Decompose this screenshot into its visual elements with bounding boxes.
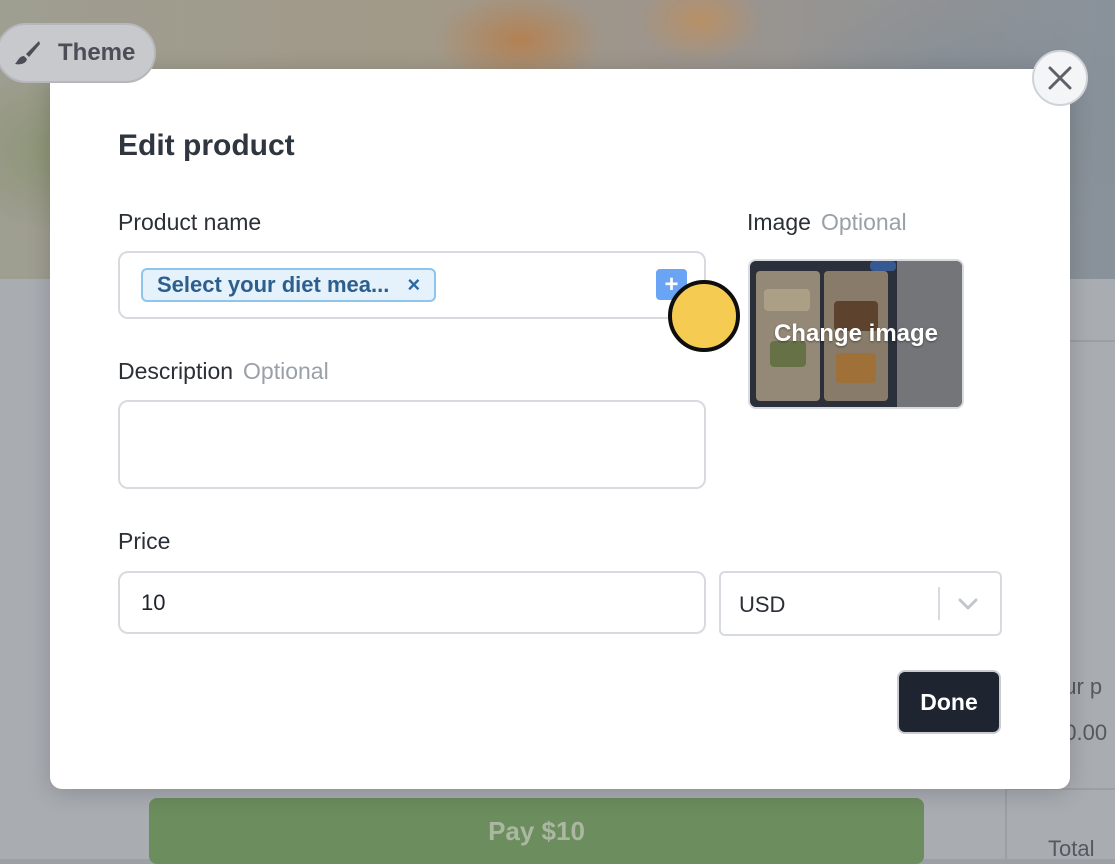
theme-button[interactable]: Theme bbox=[0, 23, 156, 83]
price-label-text: Price bbox=[118, 528, 171, 554]
image-optional-label: Optional bbox=[820, 209, 907, 235]
theme-label: Theme bbox=[58, 39, 136, 66]
modal-title: Edit product bbox=[118, 129, 295, 162]
product-image[interactable]: Change image bbox=[748, 259, 964, 409]
currency-select[interactable]: USD bbox=[719, 571, 1002, 636]
description-optional-label: Optional bbox=[243, 358, 329, 384]
description-field[interactable] bbox=[118, 400, 706, 489]
brush-icon bbox=[15, 41, 40, 65]
currency-separator bbox=[938, 587, 940, 620]
change-image-label: Change image bbox=[773, 320, 939, 347]
pay-button[interactable]: Pay $10 bbox=[149, 798, 924, 864]
description-label-text: Description bbox=[118, 358, 234, 384]
product-chip[interactable]: Select your diet mea... × bbox=[141, 268, 437, 302]
price-input[interactable]: 10 bbox=[118, 571, 706, 634]
image-label-text: Image bbox=[747, 209, 811, 235]
description-label: Description Optional bbox=[118, 358, 329, 385]
product-name-label: Product name bbox=[118, 209, 261, 236]
product-name-label-text: Product name bbox=[118, 209, 262, 235]
close-button[interactable] bbox=[1032, 50, 1088, 106]
summary-total-label: Total bbox=[1048, 836, 1095, 861]
done-button[interactable]: Done bbox=[897, 670, 1001, 734]
price-label: Price bbox=[118, 528, 170, 555]
close-icon bbox=[1048, 66, 1072, 90]
image-label: Image Optional bbox=[747, 209, 907, 236]
chevron-down-icon[interactable] bbox=[957, 595, 979, 613]
edit-product-modal: Edit product Product name Select your di… bbox=[50, 69, 1070, 789]
product-chip-label: Select your diet mea... bbox=[157, 272, 390, 297]
pointer-cursor bbox=[668, 280, 740, 352]
chip-remove-icon[interactable]: × bbox=[407, 274, 420, 296]
currency-value: USD bbox=[739, 592, 786, 617]
product-name-field[interactable]: Select your diet mea... × + bbox=[118, 251, 706, 319]
